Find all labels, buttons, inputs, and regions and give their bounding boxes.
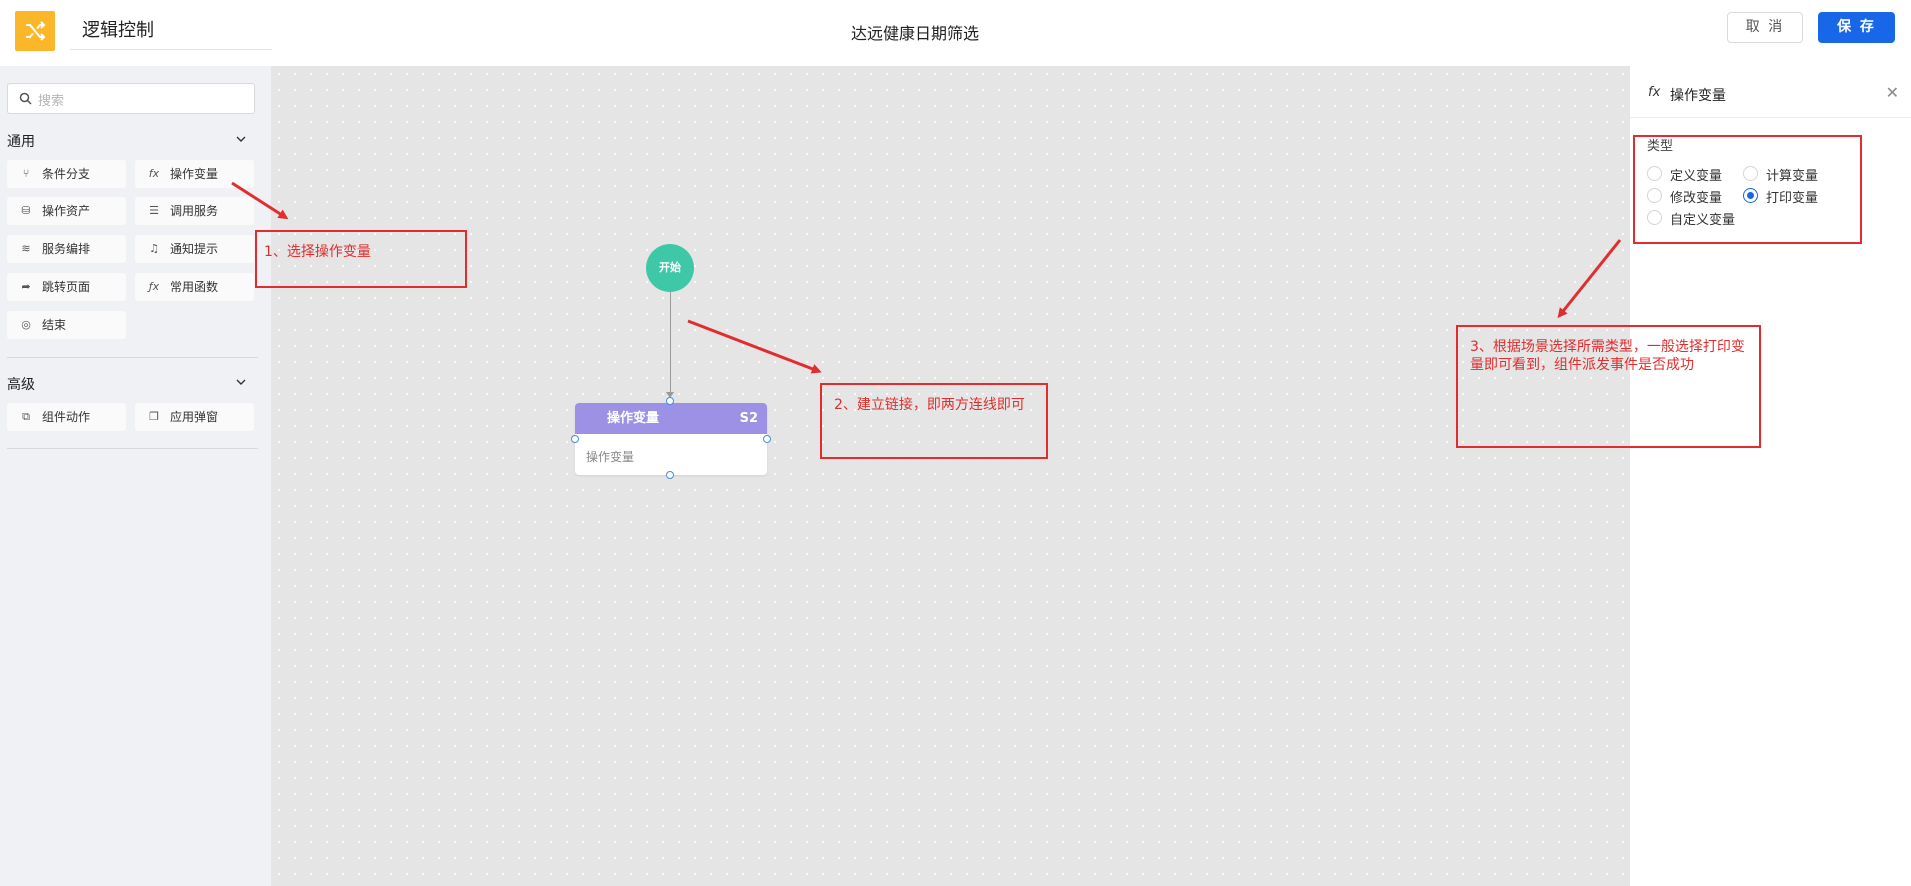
- node-body-text: 操作变量: [586, 450, 635, 464]
- database-icon: ⛁: [21, 204, 31, 217]
- annotation-step1: 1、选择操作变量: [264, 244, 371, 260]
- sidebar-item-label: 操作资产: [42, 204, 91, 218]
- search-icon: [19, 92, 32, 105]
- node-handle-bottom[interactable]: [666, 471, 674, 479]
- fx-icon: fx: [148, 167, 160, 180]
- panel-header: fx 操作变量 ✕: [1630, 66, 1911, 118]
- sidebar-item-service-orchestration[interactable]: ≋ 服务编排: [7, 235, 126, 263]
- redirect-icon: ➦: [21, 280, 31, 293]
- sidebar-item-common-functions[interactable]: ƒx 常用函数: [135, 273, 254, 301]
- node-tag: S2: [739, 411, 758, 426]
- page-title: 达远健康日期筛选: [850, 24, 979, 43]
- branch-icon: ⑂: [22, 167, 30, 180]
- sidebar-item-label: 条件分支: [42, 167, 91, 181]
- sidebar-item-label: 通知提示: [170, 242, 219, 256]
- sidebar-item-app-popup[interactable]: ❐ 应用弹窗: [135, 403, 254, 431]
- sidebar-item-component-action[interactable]: ⧉ 组件动作: [7, 403, 126, 431]
- popup-icon: ❐: [149, 410, 159, 423]
- component-sidebar: 搜索 通用 ⑂ 条件分支 fx 操作变量 ⛁ 操作资产 ☰ 调用服务 ≋ 服务编…: [0, 66, 271, 886]
- chevron-down-icon: [236, 379, 246, 385]
- sidebar-item-label: 服务编排: [42, 242, 91, 256]
- fx-icon: fx: [1648, 85, 1661, 100]
- sidebar-item-end[interactable]: ◎ 结束: [7, 311, 126, 339]
- cancel-button[interactable]: 取 消: [1727, 12, 1803, 43]
- header-bar: 逻辑控制 达远健康日期筛选 取 消 保 存: [0, 0, 1911, 66]
- chevron-down-icon: [236, 136, 246, 142]
- sidebar-item-label: 组件动作: [42, 410, 91, 424]
- section-label: 通用: [7, 134, 35, 150]
- connection-edge[interactable]: [670, 292, 671, 400]
- node-handle-top[interactable]: [666, 397, 674, 405]
- sidebar-item-call-service[interactable]: ☰ 调用服务: [135, 197, 254, 225]
- sidebar-item-label: 常用函数: [170, 280, 219, 294]
- function-icon: ƒx: [148, 280, 160, 293]
- sidebar-item-operate-variable[interactable]: fx 操作变量: [135, 160, 254, 188]
- sidebar-item-label: 调用服务: [170, 204, 219, 218]
- component-action-icon: ⧉: [22, 410, 30, 423]
- node-header: 操作变量 S2: [575, 403, 767, 434]
- divider: [7, 357, 258, 358]
- section-label: 高级: [7, 377, 35, 393]
- end-icon: ◎: [21, 318, 31, 331]
- sidebar-item-label: 操作变量: [170, 167, 219, 181]
- node-title: 操作变量: [607, 411, 660, 426]
- service-icon: ☰: [149, 204, 159, 217]
- orchestration-icon: ≋: [21, 242, 31, 255]
- start-node[interactable]: 开始: [646, 244, 694, 292]
- section-advanced-header[interactable]: 高级: [7, 374, 247, 394]
- sidebar-item-label: 结束: [42, 318, 67, 332]
- panel-title: 操作变量: [1670, 88, 1726, 104]
- sidebar-item-notification[interactable]: ♫ 通知提示: [135, 235, 254, 263]
- sidebar-item-label: 跳转页面: [42, 280, 91, 294]
- section-general-header[interactable]: 通用: [7, 131, 247, 151]
- operate-variable-node[interactable]: 操作变量 S2 操作变量: [575, 403, 767, 475]
- divider: [7, 448, 258, 449]
- close-icon[interactable]: ✕: [1886, 83, 1899, 102]
- bell-icon: ♫: [149, 242, 159, 255]
- node-handle-right[interactable]: [763, 435, 771, 443]
- search-placeholder: 搜索: [38, 94, 65, 109]
- annotation-step3: 3、根据场景选择所需类型，一般选择打印变量即可看到，组件派发事件是否成功: [1470, 339, 1745, 373]
- node-handle-left[interactable]: [571, 435, 579, 443]
- annotation-box-step3-options: [1633, 135, 1862, 244]
- annotation-box-step2: [820, 383, 1048, 459]
- flow-canvas[interactable]: [271, 66, 1630, 886]
- sidebar-item-redirect-page[interactable]: ➦ 跳转页面: [7, 273, 126, 301]
- sidebar-item-condition-branch[interactable]: ⑂ 条件分支: [7, 160, 126, 188]
- annotation-step2: 2、建立链接，即两方连线即可: [834, 397, 1025, 413]
- save-button[interactable]: 保 存: [1818, 12, 1895, 43]
- sidebar-item-label: 应用弹窗: [170, 410, 219, 424]
- search-input[interactable]: 搜索: [7, 83, 255, 114]
- sidebar-item-operate-asset[interactable]: ⛁ 操作资产: [7, 197, 126, 225]
